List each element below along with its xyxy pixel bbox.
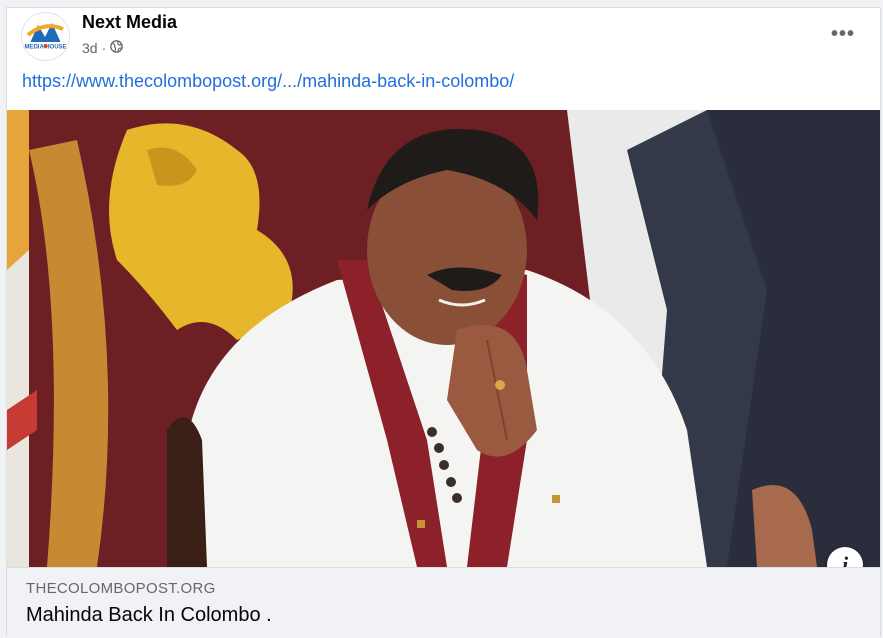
page-avatar[interactable]: MEDIA HOUSE <box>21 12 70 61</box>
meta-separator: · <box>101 40 107 56</box>
preview-photo <box>7 110 880 567</box>
post-header: MEDIA HOUSE Next Media 3d · ••• <box>7 8 880 68</box>
post-link[interactable]: https://www.thecolombopost.org/.../mahin… <box>22 71 514 92</box>
globe-icon[interactable] <box>110 40 124 56</box>
post-timestamp[interactable]: 3d <box>82 40 98 56</box>
link-domain: THECOLOMBOPOST.ORG <box>26 580 216 597</box>
post-card: MEDIA HOUSE Next Media 3d · ••• https://… <box>6 7 881 638</box>
post-meta: 3d · <box>82 39 124 57</box>
link-preview-footer[interactable]: THECOLOMBOPOST.ORG Mahinda Back In Colom… <box>7 567 880 638</box>
link-preview-image[interactable] <box>7 110 880 567</box>
page-name[interactable]: Next Media <box>82 12 177 33</box>
more-options-icon[interactable]: ••• <box>828 22 858 46</box>
media-house-logo: MEDIA HOUSE <box>22 13 69 60</box>
link-title: Mahinda Back In Colombo . <box>26 604 272 626</box>
